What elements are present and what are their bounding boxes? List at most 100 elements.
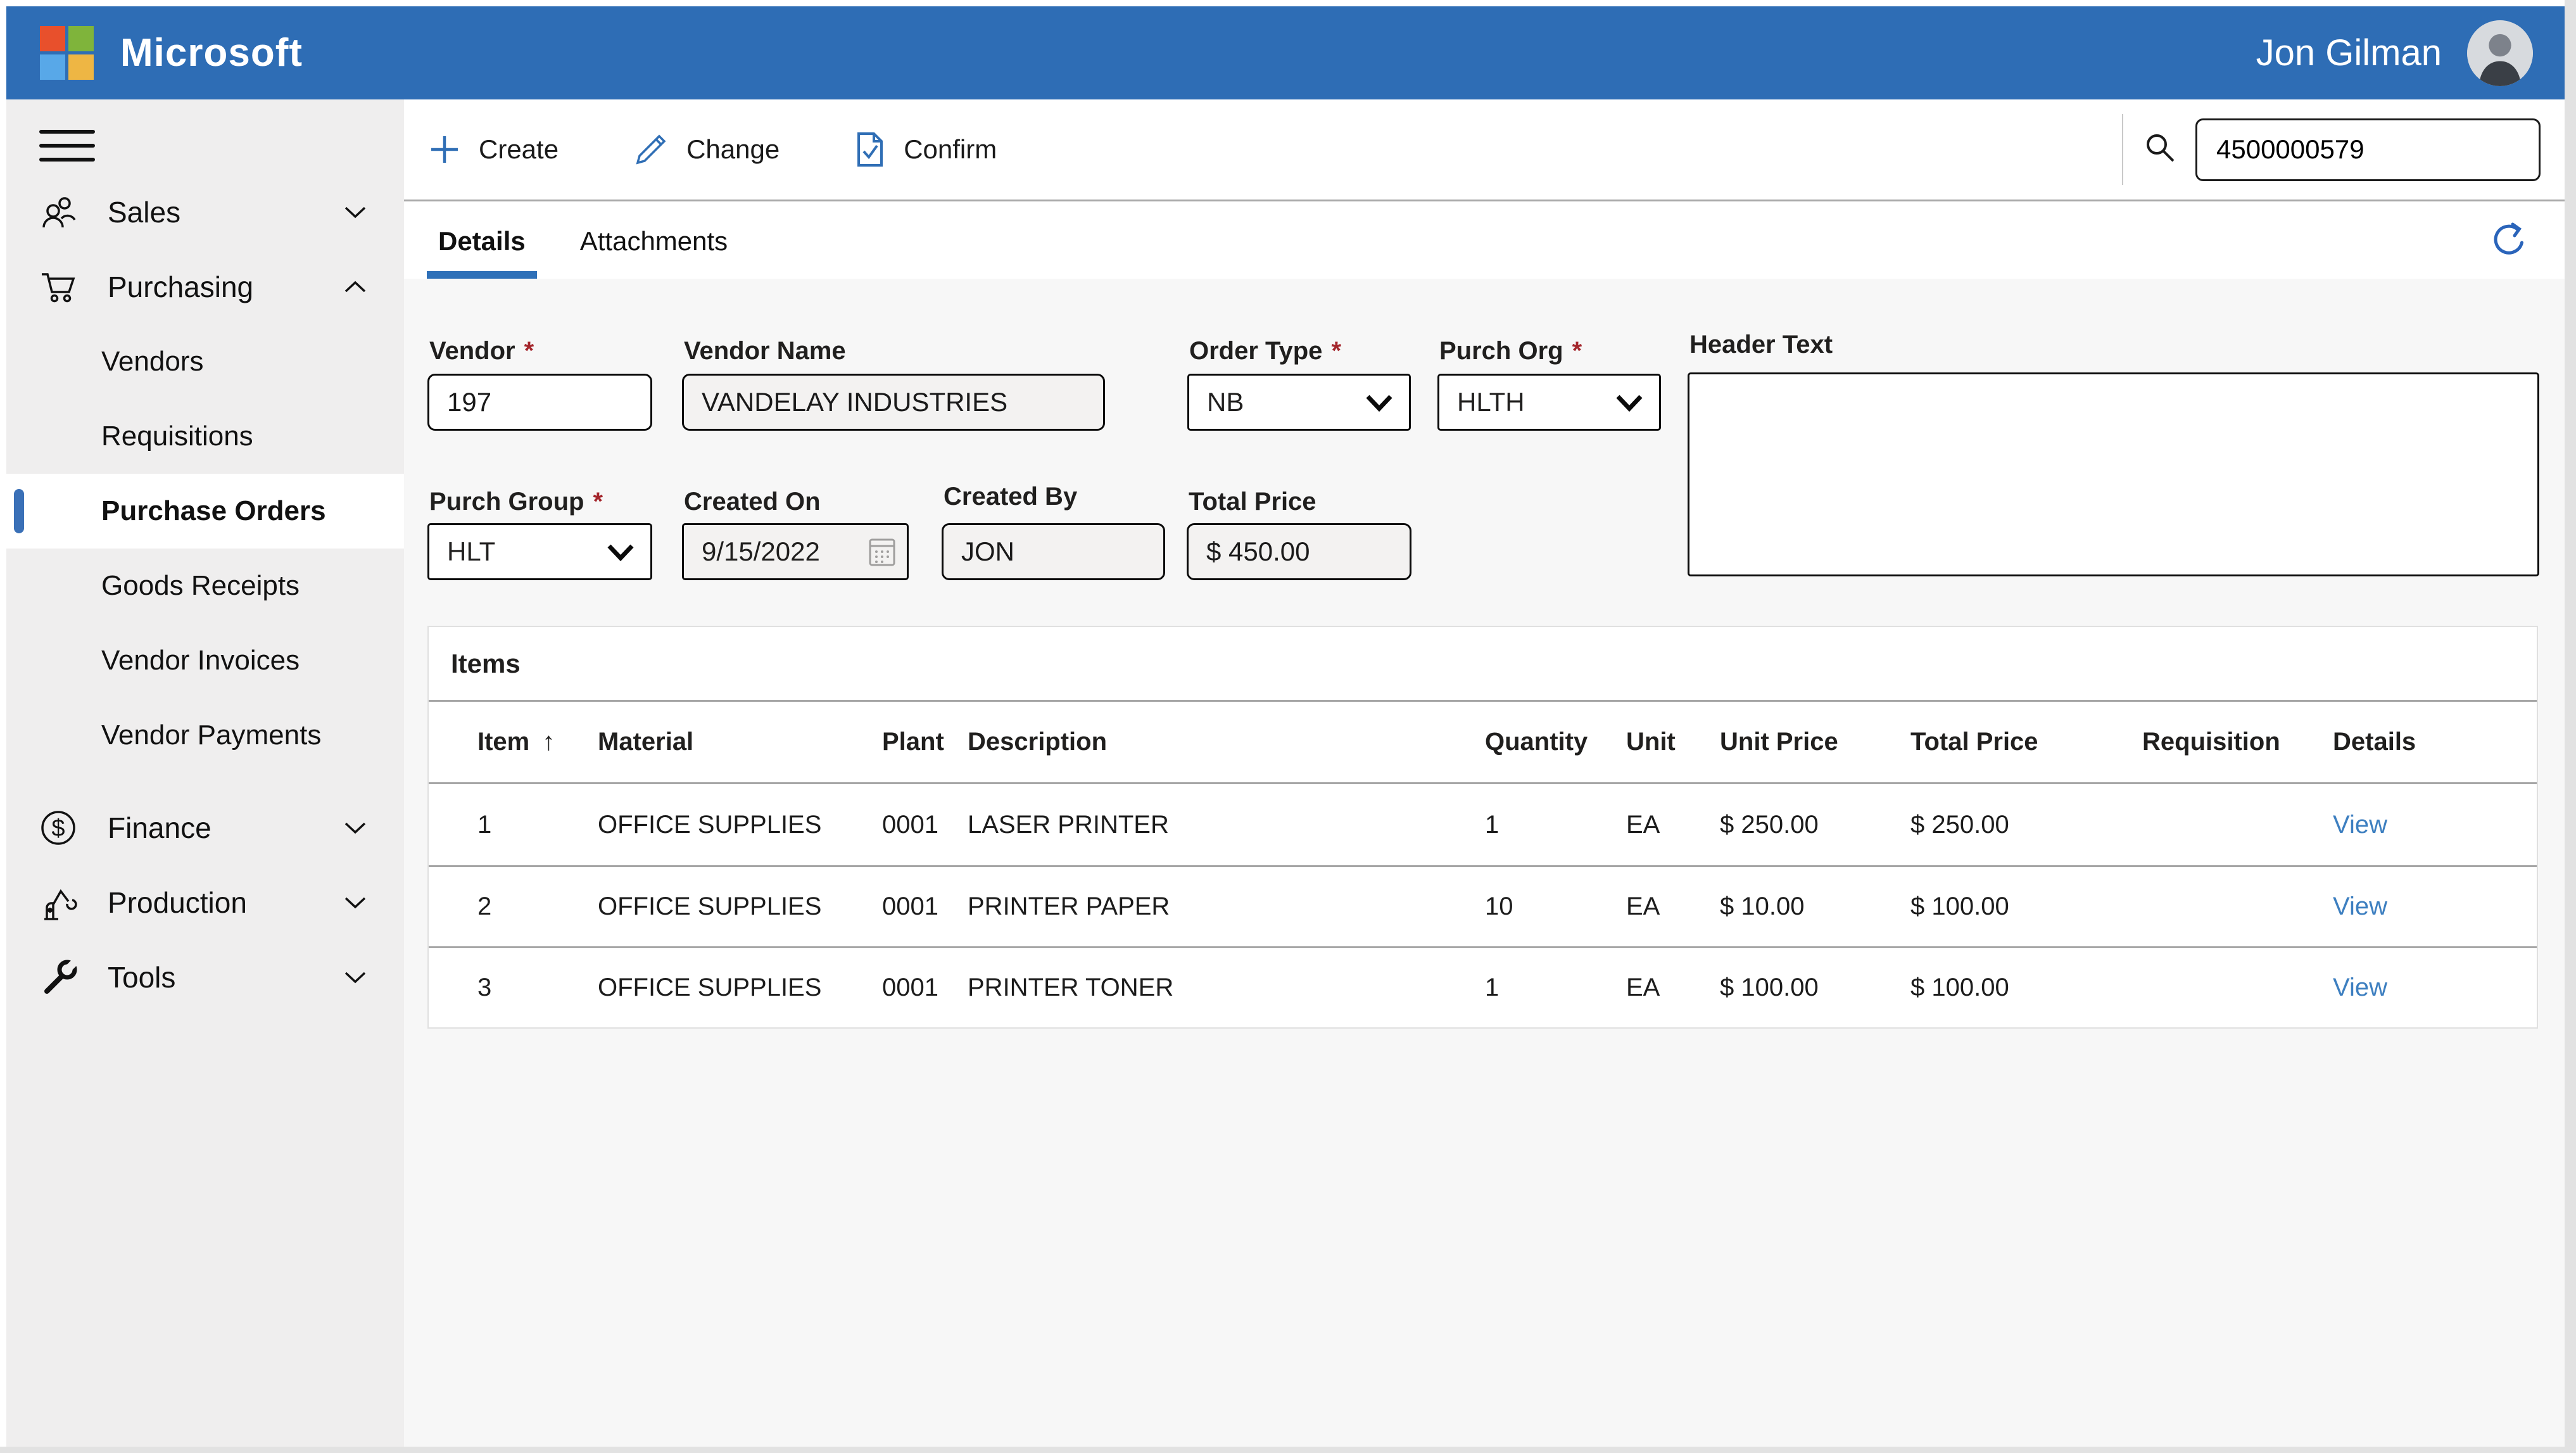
required-asterisk: * <box>593 488 603 516</box>
search-input[interactable] <box>2195 118 2541 181</box>
dollar-circle-icon: $ <box>39 808 80 848</box>
items-title: Items <box>451 649 521 679</box>
cell-description: LASER PRINTER <box>968 811 1485 839</box>
sidebar-item-sales[interactable]: Sales <box>6 175 404 250</box>
chevron-down-icon <box>1615 393 1644 412</box>
chevron-down-icon <box>1365 393 1394 412</box>
cell-item: 3 <box>477 974 598 1002</box>
cell-unit: EA <box>1626 811 1720 839</box>
cell-unit-price: $ 250.00 <box>1720 811 1910 839</box>
items-table: Items Item ↑ Material Plant Description … <box>427 626 2538 1029</box>
document-check-icon <box>854 131 886 168</box>
toolbar: Create Change Confirm <box>404 99 2565 201</box>
sidebar-item-finance[interactable]: $ Finance <box>6 790 404 865</box>
cell-plant: 0001 <box>882 892 968 921</box>
brand-name: Microsoft <box>120 30 303 75</box>
created-by-field <box>942 523 1165 580</box>
table-row: 1 OFFICE SUPPLIES 0001 LASER PRINTER 1 E… <box>429 784 2537 865</box>
sort-ascending-icon: ↑ <box>542 728 555 756</box>
required-asterisk: * <box>1331 337 1341 365</box>
cell-material: OFFICE SUPPLIES <box>598 892 882 921</box>
sidebar: Sales Purchasing Vendors <box>6 99 404 1447</box>
column-header-total-price: Total Price <box>1910 728 2142 756</box>
created-on-label: Created On <box>684 488 821 516</box>
column-header-unit-price: Unit Price <box>1720 728 1910 756</box>
order-type-dropdown[interactable]: NB <box>1187 374 1411 431</box>
cell-total-price: $ 100.00 <box>1910 974 2142 1002</box>
cell-description: PRINTER TONER <box>968 974 1485 1002</box>
details-panel: Vendor* Vendor Name Order Type* Purch Or… <box>404 279 2565 1447</box>
vendor-name-field <box>682 374 1105 431</box>
cell-unit-price: $ 100.00 <box>1720 974 1910 1002</box>
calendar-icon[interactable] <box>868 536 897 568</box>
confirm-button[interactable]: Confirm <box>854 131 997 168</box>
plus-icon <box>428 133 461 166</box>
wrench-icon <box>39 957 80 998</box>
chevron-down-icon <box>343 970 367 985</box>
cell-unit: EA <box>1626 892 1720 921</box>
purch-group-label: Purch Group* <box>429 488 603 516</box>
refresh-icon[interactable] <box>2489 220 2530 260</box>
cell-description: PRINTER PAPER <box>968 892 1485 921</box>
column-header-material: Material <box>598 728 882 756</box>
sidebar-item-production[interactable]: Production <box>6 865 404 940</box>
microsoft-logo-icon <box>40 26 94 80</box>
view-link[interactable]: View <box>2333 974 2537 1002</box>
people-icon <box>39 192 80 232</box>
logo-square-yellow <box>68 54 94 80</box>
tab-details[interactable]: Details <box>427 203 537 279</box>
cell-quantity: 1 <box>1485 811 1626 839</box>
view-link[interactable]: View <box>2333 892 2537 921</box>
created-by-input <box>942 523 1165 580</box>
chevron-down-icon <box>343 895 367 910</box>
toolbar-divider <box>2122 114 2123 185</box>
app-header: Microsoft Jon Gilman <box>6 6 2565 99</box>
column-header-quantity: Quantity <box>1485 728 1626 756</box>
cell-total-price: $ 250.00 <box>1910 811 2142 839</box>
sidebar-item-purchase-orders[interactable]: Purchase Orders <box>6 474 404 549</box>
created-on-field[interactable]: 9/15/2022 <box>682 523 909 580</box>
cell-material: OFFICE SUPPLIES <box>598 811 882 839</box>
purch-org-label: Purch Org* <box>1439 337 1582 365</box>
search-icon[interactable] <box>2142 131 2179 168</box>
header-text-area[interactable] <box>1688 372 2539 576</box>
change-button[interactable]: Change <box>633 132 780 167</box>
avatar[interactable] <box>2467 20 2533 86</box>
column-header-item[interactable]: Item ↑ <box>477 728 598 756</box>
cell-unit: EA <box>1626 974 1720 1002</box>
sidebar-item-requisitions[interactable]: Requisitions <box>6 399 404 474</box>
total-price-input <box>1187 523 1411 580</box>
required-asterisk: * <box>1572 337 1582 365</box>
sidebar-item-vendor-invoices[interactable]: Vendor Invoices <box>6 623 404 698</box>
robot-arm-icon <box>39 882 80 923</box>
tab-attachments[interactable]: Attachments <box>569 203 739 279</box>
sidebar-item-vendors[interactable]: Vendors <box>6 324 404 399</box>
create-button[interactable]: Create <box>428 133 559 166</box>
column-header-requisition: Requisition <box>2142 728 2333 756</box>
purch-group-dropdown[interactable]: HLT <box>427 523 652 580</box>
cell-item: 2 <box>477 892 598 921</box>
hamburger-menu-icon[interactable] <box>39 130 95 162</box>
sidebar-item-purchasing[interactable]: Purchasing <box>6 250 404 324</box>
window-edge-right <box>2565 0 2576 1453</box>
view-link[interactable]: View <box>2333 811 2537 839</box>
cell-quantity: 1 <box>1485 974 1626 1002</box>
cell-unit-price: $ 10.00 <box>1720 892 1910 921</box>
window-edge-bottom <box>0 1447 2576 1453</box>
table-row: 2 OFFICE SUPPLIES 0001 PRINTER PAPER 10 … <box>429 865 2537 946</box>
chevron-down-icon <box>343 205 367 220</box>
sidebar-item-vendor-payments[interactable]: Vendor Payments <box>6 698 404 773</box>
vendor-field[interactable] <box>427 374 652 431</box>
column-header-details: Details <box>2333 728 2537 756</box>
column-header-unit: Unit <box>1626 728 1720 756</box>
tab-bar: Details Attachments <box>404 203 2565 279</box>
sidebar-item-tools[interactable]: Tools <box>6 940 404 1015</box>
vendor-name-label: Vendor Name <box>684 337 846 365</box>
svg-text:$: $ <box>51 815 65 842</box>
total-price-field <box>1187 523 1411 580</box>
column-header-plant: Plant <box>882 728 968 756</box>
purch-org-dropdown[interactable]: HLTH <box>1437 374 1661 431</box>
logo-square-blue <box>40 54 65 80</box>
vendor-input[interactable] <box>427 374 652 431</box>
sidebar-item-goods-receipts[interactable]: Goods Receipts <box>6 549 404 623</box>
